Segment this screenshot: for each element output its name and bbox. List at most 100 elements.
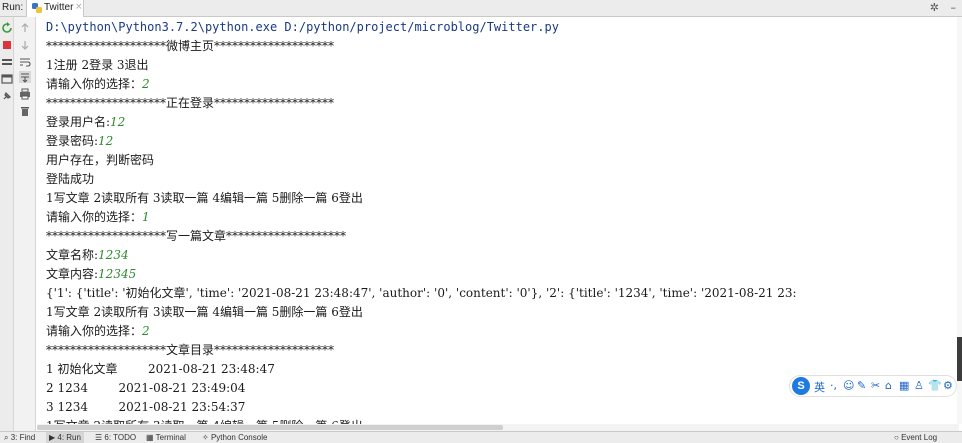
console-line-text: 请输入你的选择： <box>46 324 143 338</box>
python-console-tab[interactable]: ✧ Python Console <box>202 432 267 443</box>
scroll-to-end-icon[interactable] <box>19 71 31 83</box>
ime-emoji-icon[interactable]: ☺ <box>843 379 854 392</box>
console-line-text: 1 初始化文章 2021-08-21 23:48:47 <box>46 362 275 376</box>
python-icon <box>32 3 42 13</box>
console-line: ********************正在登录****************… <box>46 94 334 113</box>
console-line-text: 文章名称: <box>46 248 99 262</box>
console-line: 1 初始化文章 2021-08-21 23:48:47 <box>46 360 275 379</box>
ime-logo-icon[interactable]: S <box>792 377 810 395</box>
trash-icon[interactable] <box>19 105 31 117</box>
console-line-text: ********************文章目录****************… <box>46 343 335 357</box>
ime-home-icon[interactable]: ⌂ <box>885 379 892 392</box>
ime-skin-icon[interactable]: 👕 <box>928 379 942 392</box>
ime-language-toggle[interactable]: 英 <box>814 379 825 395</box>
arrow-up-icon[interactable] <box>19 22 31 34</box>
bottom-toolbar: ⌕ 3: Find ▶ 4: Run ☰ 6: TODO ▦ Terminal … <box>0 431 962 443</box>
console-line: 用户存在，判断密码 <box>46 151 154 170</box>
console-line: 登录密码:12 <box>46 132 113 151</box>
console-line: 请输入你的选择：1 <box>46 208 150 227</box>
python-console-tab-label: Python Console <box>210 433 268 442</box>
restore-layout-icon[interactable] <box>1 73 13 85</box>
console-line-text: {'1': {'title': '初始化文章', 'time': '2021-0… <box>46 286 797 300</box>
console-line-text: 请输入你的选择： <box>46 77 143 91</box>
minimize-icon[interactable]: – <box>951 1 957 14</box>
event-log-tab[interactable]: ○ Event Log <box>894 432 937 443</box>
event-log-tab-label: Event Log <box>901 433 938 442</box>
run-toolwindow-header: Run: Twitter × ✲ – <box>0 0 962 17</box>
todo-tab-label: 6: TODO <box>104 433 137 442</box>
print-icon[interactable] <box>19 88 31 100</box>
console-line-text: 1写文章 2读取所有 3读取一篇 4编辑一篇 5删除一篇 6登出 <box>46 191 363 205</box>
console-user-input: 2 <box>142 324 150 338</box>
console-line: 登陆成功 <box>46 170 94 189</box>
arrow-down-icon[interactable] <box>19 39 31 51</box>
console-user-input: 1234 <box>98 248 129 262</box>
run-tab-label: 4: Run <box>57 433 81 442</box>
layout-icon[interactable] <box>1 56 13 68</box>
console-user-input: 12 <box>98 134 114 148</box>
console-line: 3 1234 2021-08-21 23:54:37 <box>46 398 245 417</box>
console-output[interactable]: D:\python\Python3.7.2\python.exe D:/pyth… <box>37 17 959 424</box>
console-line: {'1': {'title': '初始化文章', 'time': '2021-0… <box>46 284 797 303</box>
tab-twitter[interactable]: Twitter × <box>26 0 84 17</box>
console-line: 1写文章 2读取所有 3读取一篇 4编辑一篇 5删除一篇 6登出 <box>46 189 363 208</box>
ime-settings-icon[interactable]: ⚙ <box>943 379 953 392</box>
find-tab[interactable]: ⌕ 3: Find <box>4 432 35 443</box>
console-line-text: 登录密码: <box>46 134 99 148</box>
console-line-text: 2 1234 2021-08-21 23:49:04 <box>46 381 246 395</box>
toolwindow-actions: ✲ – <box>922 1 956 14</box>
console-line-text: 3 1234 2021-08-21 23:54:37 <box>46 400 246 414</box>
ime-keyboard-icon[interactable]: ▦ <box>899 379 909 392</box>
console-line-text: 1注册 2登录 3退出 <box>46 58 149 72</box>
console-line-text: 登陆成功 <box>46 172 95 186</box>
tab-label: Twitter <box>44 2 74 13</box>
console-line: ********************写一篇文章***************… <box>46 227 346 246</box>
find-tab-label: 3: Find <box>10 433 36 442</box>
pin-icon[interactable] <box>1 90 13 102</box>
console-line-text: ********************写一篇文章***************… <box>46 229 347 243</box>
console-line: 请输入你的选择：2 <box>46 322 150 341</box>
console-line-text: 请输入你的选择： <box>46 210 143 224</box>
soft-wrap-icon[interactable] <box>19 56 31 68</box>
console-line: ********************微博主页****************… <box>46 37 334 56</box>
console-command-line: D:\python\Python3.7.2\python.exe D:/pyth… <box>46 18 559 37</box>
run-label: Run: <box>2 2 24 13</box>
console-line-text: D:\python\Python3.7.2\python.exe D:/pyth… <box>46 20 559 34</box>
todo-tab[interactable]: ☰ 6: TODO <box>95 432 136 443</box>
console-line: ********************文章目录****************… <box>46 341 334 360</box>
ime-toolbar: S 英 ·, ☺ ✎ ✂ ⌂ ▦ ♙ 👕 ⚙ <box>789 375 957 397</box>
settings-icon[interactable]: ✲ <box>930 1 939 14</box>
vertical-scrollbar[interactable] <box>957 17 962 424</box>
console-actions-toolbar <box>14 17 36 431</box>
ime-user-icon[interactable]: ♙ <box>914 379 924 392</box>
console-line-text: ********************正在登录****************… <box>46 96 335 110</box>
close-icon[interactable]: × <box>75 2 83 12</box>
console-user-input: 12 <box>110 115 126 129</box>
console-line: 文章内容:12345 <box>46 265 136 284</box>
console-line-text: 1写文章 2读取所有 3读取一篇 4编辑一篇 5删除一篇 6登出 <box>46 305 363 319</box>
rerun-icon[interactable] <box>1 22 13 34</box>
ime-handwrite-icon[interactable]: ✎ <box>857 379 866 392</box>
vertical-scrollbar-thumb[interactable] <box>957 337 962 381</box>
console-line: 2 1234 2021-08-21 23:49:04 <box>46 379 245 398</box>
stop-icon[interactable] <box>1 39 13 51</box>
console-line-text: 用户存在，判断密码 <box>46 153 155 167</box>
console-line-text: 登录用户名: <box>46 115 111 129</box>
ime-scissors-icon[interactable]: ✂ <box>871 379 880 392</box>
console-user-input: 2 <box>142 77 150 91</box>
console-line: 1写文章 2读取所有 3读取一篇 4编辑一篇 5删除一篇 6登出 <box>46 417 363 424</box>
console-user-input: 12345 <box>98 267 137 281</box>
console-line: 1写文章 2读取所有 3读取一篇 4编辑一篇 5删除一篇 6登出 <box>46 303 363 322</box>
console-line: 请输入你的选择：2 <box>46 75 150 94</box>
run-actions-toolbar <box>0 17 14 431</box>
terminal-tab-label: Terminal <box>155 433 186 442</box>
horizontal-scrollbar-thumb[interactable] <box>37 425 503 430</box>
console-line: 登录用户名:12 <box>46 113 125 132</box>
terminal-tab[interactable]: ▦ Terminal <box>146 432 186 443</box>
run-tab[interactable]: ▶ 4: Run <box>46 432 84 443</box>
ime-punctuation-icon[interactable]: ·, <box>830 379 837 392</box>
console-line-text: ********************微博主页****************… <box>46 39 335 53</box>
console-line: 文章名称:1234 <box>46 246 129 265</box>
horizontal-scrollbar[interactable] <box>37 424 959 431</box>
console-line-text: 文章内容: <box>46 267 99 281</box>
